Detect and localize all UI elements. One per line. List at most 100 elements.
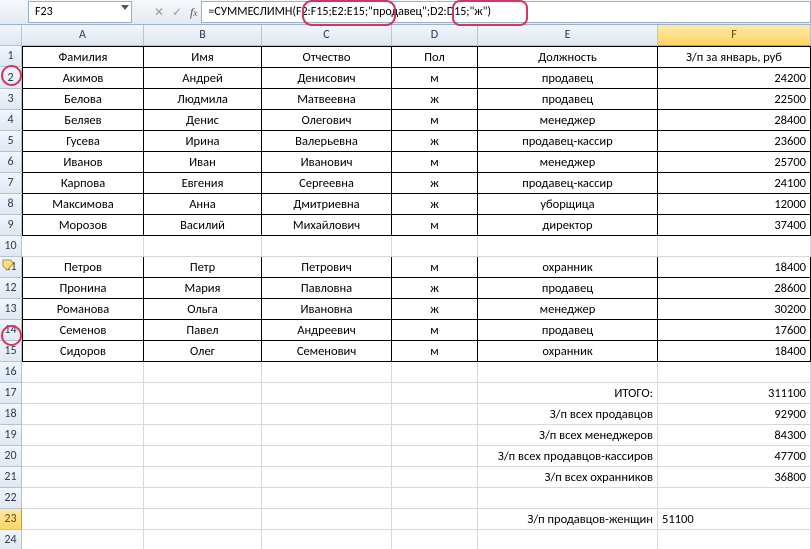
cell-A3[interactable]: Белова — [22, 89, 144, 110]
cell-A19[interactable] — [22, 425, 144, 446]
cell-C24[interactable] — [262, 530, 392, 549]
cell-E17[interactable]: ИТОГО: — [478, 383, 658, 404]
cell-C23[interactable] — [262, 509, 392, 530]
cell-B12[interactable]: Мария — [144, 278, 262, 299]
cell-D11[interactable]: м — [392, 257, 478, 278]
cell-D4[interactable]: м — [392, 110, 478, 131]
cell-E18[interactable]: З/п всех продавцов — [478, 404, 658, 425]
cell-F24[interactable] — [658, 530, 811, 549]
cell-F10[interactable] — [658, 236, 811, 257]
cell-E6[interactable]: менеджер — [478, 152, 658, 173]
cell-B7[interactable]: Евгения — [144, 173, 262, 194]
spreadsheet-grid[interactable]: ABCDEF1ФамилияИмяОтчествоПолДолжностьЗ/п… — [0, 25, 811, 549]
cell-B14[interactable]: Павел — [144, 320, 262, 341]
row-header-13[interactable]: 13 — [0, 299, 22, 320]
col-header-C[interactable]: C — [262, 25, 392, 46]
cell-D24[interactable] — [392, 530, 478, 549]
cell-A22[interactable] — [22, 488, 144, 509]
row-header-18[interactable]: 18 — [0, 404, 22, 425]
cell-D21[interactable] — [392, 467, 478, 488]
cell-C22[interactable] — [262, 488, 392, 509]
cell-F20[interactable]: 47700 — [658, 446, 811, 467]
cell-E22[interactable] — [478, 488, 658, 509]
cell-B3[interactable]: Людмила — [144, 89, 262, 110]
cell-F16[interactable] — [658, 362, 811, 383]
row-header-8[interactable]: 8 — [0, 194, 22, 215]
cell-C20[interactable] — [262, 446, 392, 467]
cell-C11[interactable]: Петрович — [262, 257, 392, 278]
cell-A17[interactable] — [22, 383, 144, 404]
cell-B9[interactable]: Василий — [144, 215, 262, 236]
cell-E9[interactable]: директор — [478, 215, 658, 236]
fx-icon[interactable]: fx — [190, 5, 197, 20]
cell-D16[interactable] — [392, 362, 478, 383]
cell-E8[interactable]: уборщица — [478, 194, 658, 215]
cell-D17[interactable] — [392, 383, 478, 404]
row-header-10[interactable]: 10 — [0, 236, 22, 257]
col-header-F[interactable]: F — [658, 25, 811, 46]
name-box[interactable]: F23 — [28, 1, 132, 23]
cell-E20[interactable]: З/п всех продавцов-кассиров — [478, 446, 658, 467]
cell-A21[interactable] — [22, 467, 144, 488]
cell-C14[interactable]: Андреевич — [262, 320, 392, 341]
cell-F23[interactable]: 51100 — [658, 509, 811, 530]
cell-D23[interactable] — [392, 509, 478, 530]
cell-B6[interactable]: Иван — [144, 152, 262, 173]
cell-B22[interactable] — [144, 488, 262, 509]
formula-enter-icon[interactable]: ✓ — [169, 4, 185, 20]
cell-B15[interactable]: Олег — [144, 341, 262, 362]
row-header-4[interactable]: 4 — [0, 110, 22, 131]
row-header-7[interactable]: 7 — [0, 173, 22, 194]
row-header-2[interactable]: 2 — [0, 68, 22, 89]
row-header-3[interactable]: 3 — [0, 89, 22, 110]
cell-A8[interactable]: Максимова — [22, 194, 144, 215]
cell-B16[interactable] — [144, 362, 262, 383]
cell-E7[interactable]: продавец-кассир — [478, 173, 658, 194]
cell-A7[interactable]: Карпова — [22, 173, 144, 194]
cell-E23[interactable]: З/п продавцов-женщин — [478, 509, 658, 530]
cell-E19[interactable]: З/п всех менеджеров — [478, 425, 658, 446]
cell-C21[interactable] — [262, 467, 392, 488]
cell-A20[interactable] — [22, 446, 144, 467]
cell-B2[interactable]: Андрей — [144, 68, 262, 89]
cell-A15[interactable]: Сидоров — [22, 341, 144, 362]
cell-E14[interactable]: продавец — [478, 320, 658, 341]
cell-E13[interactable]: менеджер — [478, 299, 658, 320]
cell-E12[interactable]: продавец — [478, 278, 658, 299]
name-box-dropdown-icon[interactable] — [121, 5, 129, 10]
cell-F15[interactable]: 18400 — [658, 341, 811, 362]
cell-C3[interactable]: Матвеевна — [262, 89, 392, 110]
formula-input[interactable]: =СУММЕСЛИМН(F2:F15;E2:E15;"продавец";D2:… — [201, 1, 811, 23]
header-cell-A[interactable]: Фамилия — [22, 46, 144, 68]
cell-D3[interactable]: ж — [392, 89, 478, 110]
cell-D13[interactable]: ж — [392, 299, 478, 320]
cell-B13[interactable]: Ольга — [144, 299, 262, 320]
cell-D9[interactable]: м — [392, 215, 478, 236]
row-header-15[interactable]: 15 — [0, 341, 22, 362]
cell-A16[interactable] — [22, 362, 144, 383]
cell-C6[interactable]: Иванович — [262, 152, 392, 173]
cell-F8[interactable]: 12000 — [658, 194, 811, 215]
row-header-5[interactable]: 5 — [0, 131, 22, 152]
cell-B24[interactable] — [144, 530, 262, 549]
cell-F11[interactable]: 18400 — [658, 257, 811, 278]
cell-F6[interactable]: 25700 — [658, 152, 811, 173]
cell-B19[interactable] — [144, 425, 262, 446]
cell-C12[interactable]: Павловна — [262, 278, 392, 299]
cell-D7[interactable]: ж — [392, 173, 478, 194]
cell-B11[interactable]: Петр — [144, 257, 262, 278]
select-all-corner[interactable] — [0, 25, 22, 46]
header-cell-C[interactable]: Отчество — [262, 46, 392, 68]
cell-B20[interactable] — [144, 446, 262, 467]
cell-D19[interactable] — [392, 425, 478, 446]
cell-F4[interactable]: 28400 — [658, 110, 811, 131]
cell-D15[interactable]: м — [392, 341, 478, 362]
cell-D22[interactable] — [392, 488, 478, 509]
cell-C2[interactable]: Денисович — [262, 68, 392, 89]
row-header-20[interactable]: 20 — [0, 446, 22, 467]
cell-A23[interactable] — [22, 509, 144, 530]
cell-F22[interactable] — [658, 488, 811, 509]
cell-C8[interactable]: Дмитриевна — [262, 194, 392, 215]
cell-D6[interactable]: м — [392, 152, 478, 173]
cell-E10[interactable] — [478, 236, 658, 257]
